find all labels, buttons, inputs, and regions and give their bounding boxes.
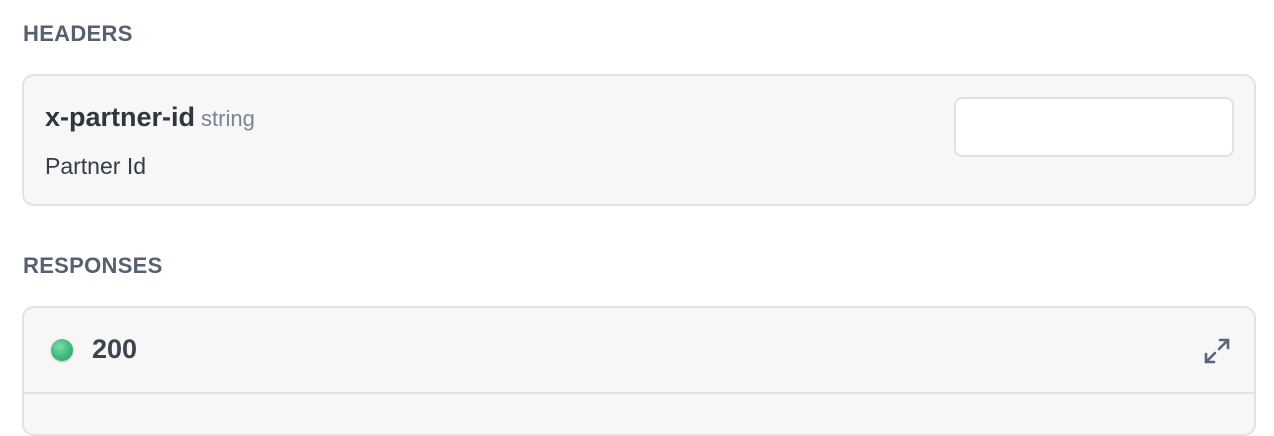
param-name: x-partner-id — [45, 102, 196, 132]
header-param-card: x-partner-id string Partner Id — [22, 74, 1256, 206]
param-name-row: x-partner-id string — [45, 102, 255, 133]
param-type: string — [201, 106, 255, 131]
expand-icon[interactable] — [1202, 336, 1232, 366]
status-dot-icon — [51, 339, 73, 361]
headers-section-title: HEADERS — [23, 21, 133, 46]
responses-section-title: RESPONSES — [23, 253, 163, 278]
x-partner-id-input[interactable] — [954, 97, 1234, 157]
param-description: Partner Id — [45, 153, 146, 179]
status-code: 200 — [92, 334, 138, 364]
response-card: 200 — [22, 306, 1256, 436]
response-row-200[interactable]: 200 — [24, 308, 1254, 394]
